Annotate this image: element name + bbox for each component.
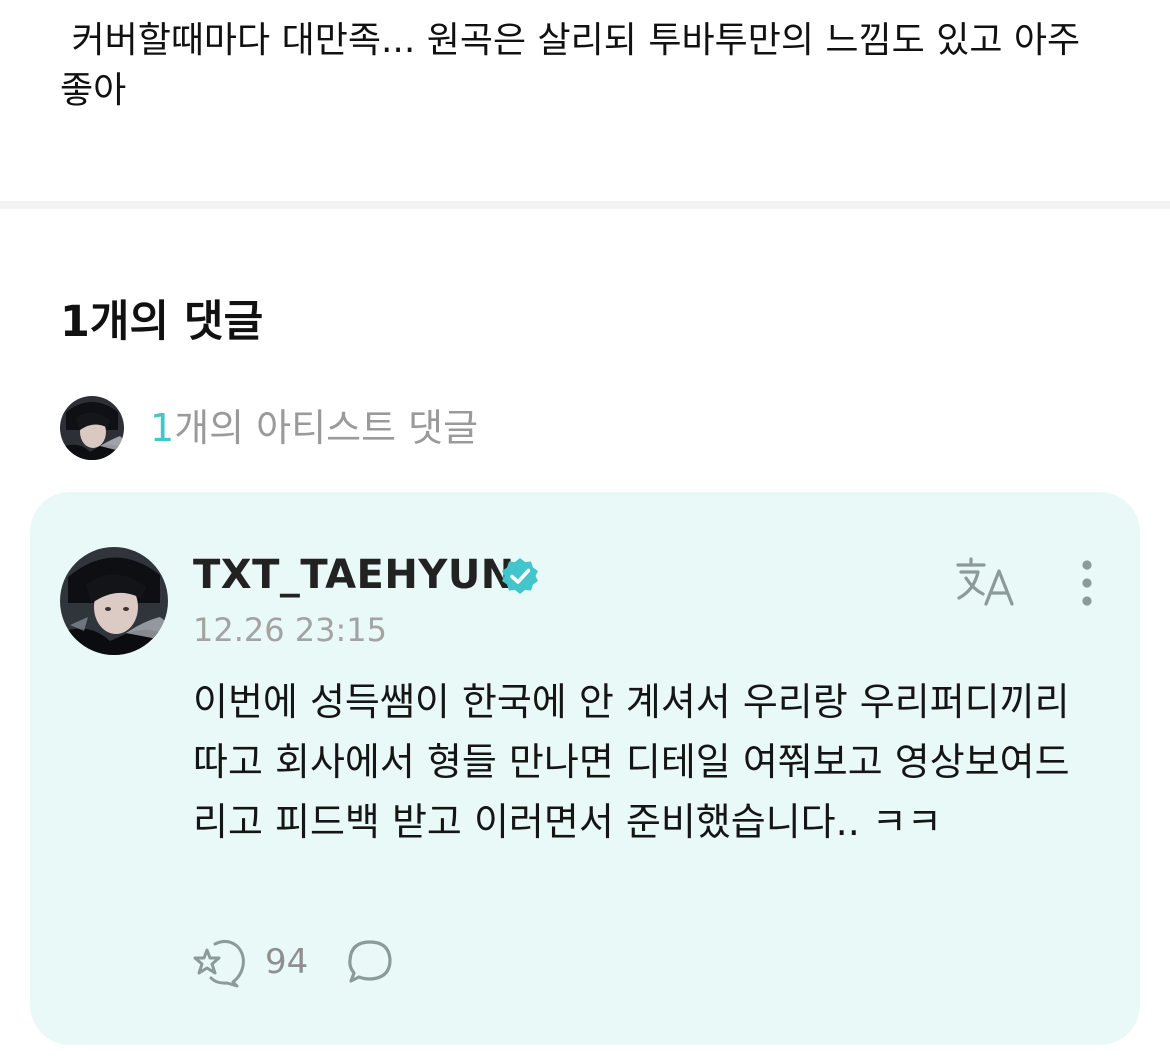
like-count: 94 xyxy=(265,942,309,982)
commenter-avatar[interactable] xyxy=(60,547,168,655)
commenter-username[interactable]: TXT_TAEHYUN xyxy=(193,548,515,602)
like-icon[interactable] xyxy=(193,936,247,988)
artist-avatar-small xyxy=(60,396,124,460)
more-vertical-icon[interactable] xyxy=(1071,558,1103,610)
post-text: 커버할때마다 대만족... 원곡은 살리되 투바투만의 느낌도 있고 아주 좋아 xyxy=(60,20,1092,111)
comments-count-title: 1개의 댓글 xyxy=(60,297,264,347)
verified-badge-icon xyxy=(502,558,538,594)
artist-comments-label: 1개의 아티스트 댓글 xyxy=(150,403,478,453)
reply-bubble-icon[interactable] xyxy=(346,938,394,986)
artist-comments-text: 개의 아티스트 댓글 xyxy=(174,406,479,450)
comment-actions: 94 xyxy=(193,934,394,990)
section-divider xyxy=(0,201,1170,209)
artist-comment-card: TXT_TAEHYUN 12.26 23:15 이번에 성득쌤이 한국에 안 계… xyxy=(30,492,1140,1045)
comment-timestamp: 12.26 23:15 xyxy=(193,611,387,649)
translate-icon[interactable] xyxy=(955,556,1019,608)
artist-comments-filter[interactable]: 1개의 아티스트 댓글 xyxy=(60,396,478,460)
artist-comment-count: 1 xyxy=(150,406,175,450)
comment-body: 이번에 성득쌤이 한국에 안 계셔서 우리랑 우리퍼디끼리 따고 회사에서 형들… xyxy=(193,680,1082,844)
